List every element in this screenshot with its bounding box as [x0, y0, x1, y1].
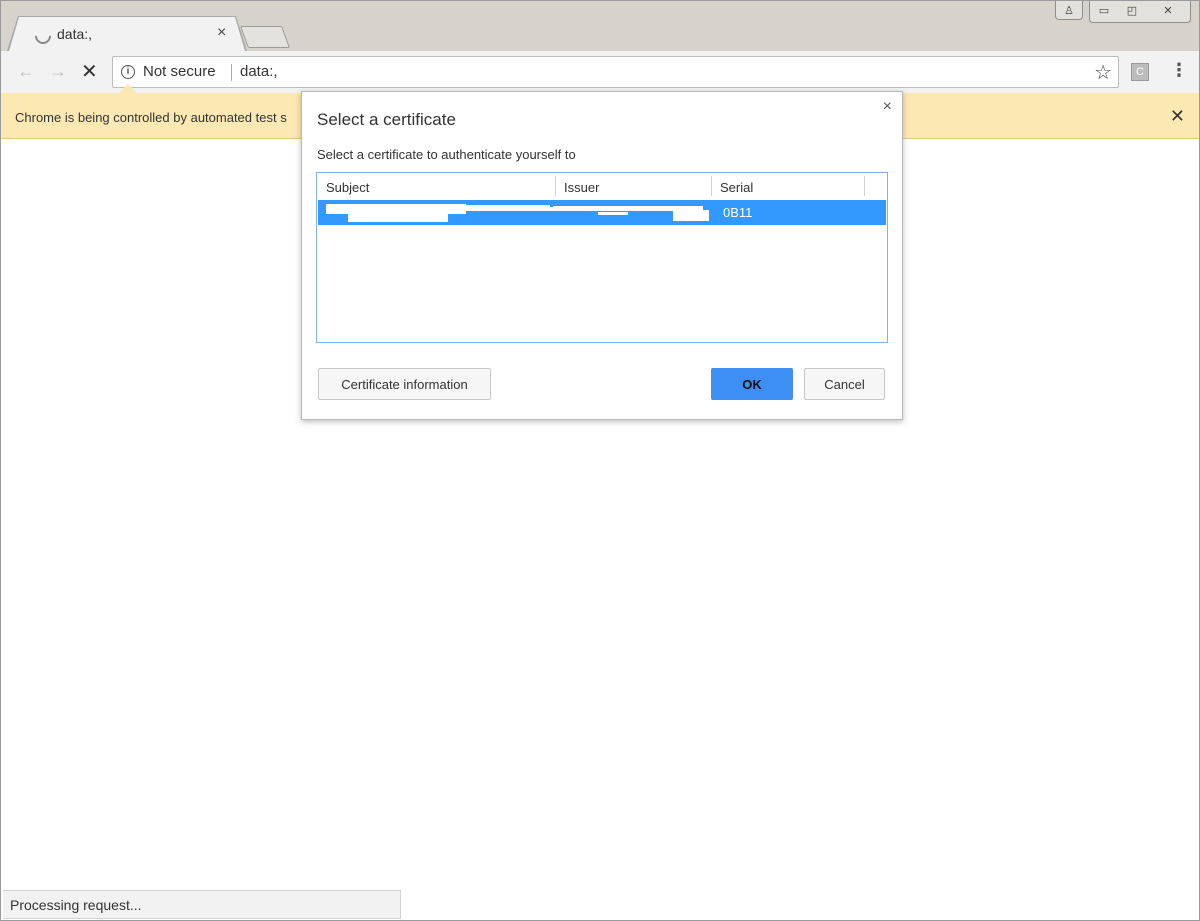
- infobar-close-icon[interactable]: ✕: [1170, 106, 1185, 127]
- dialog-title: Select a certificate: [317, 110, 456, 129]
- cancel-button[interactable]: Cancel: [804, 368, 885, 400]
- certificate-information-button[interactable]: Certificate information: [318, 368, 491, 400]
- table-row[interactable]: 0B11: [318, 200, 886, 225]
- toolbar: ← → ✕ i Not secure data:, ☆ C ⋮: [1, 51, 1199, 94]
- info-icon[interactable]: i: [121, 65, 135, 79]
- address-bar[interactable]: i Not secure data:, ☆: [112, 56, 1119, 88]
- infobar-pointer: [119, 84, 137, 93]
- column-divider[interactable]: [864, 176, 865, 196]
- minimize-button[interactable]: ▭: [1090, 1, 1118, 19]
- serial-cell: 0B11: [723, 205, 753, 220]
- tab-close-icon[interactable]: ×: [217, 24, 226, 42]
- select-certificate-dialog: × Select a certificate Select a certific…: [301, 91, 903, 420]
- profile-icon[interactable]: ♙: [1055, 1, 1083, 20]
- loading-spinner-icon: [31, 24, 55, 48]
- column-header-serial[interactable]: Serial: [720, 180, 753, 195]
- status-text: Processing request...: [10, 897, 142, 913]
- dialog-close-icon[interactable]: ×: [883, 98, 892, 116]
- url-text[interactable]: data:,: [240, 63, 278, 80]
- column-header-issuer[interactable]: Issuer: [564, 180, 599, 195]
- new-tab-button[interactable]: [239, 26, 291, 48]
- security-label[interactable]: Not secure: [143, 63, 216, 80]
- certificate-table[interactable]: Subject Issuer Serial 0B11: [316, 172, 888, 343]
- column-divider[interactable]: [711, 176, 712, 196]
- menu-dots-icon[interactable]: ⋮: [1170, 60, 1188, 81]
- redacted-hostname: [594, 144, 854, 164]
- bookmark-star-icon[interactable]: ☆: [1094, 60, 1112, 85]
- column-divider[interactable]: [555, 176, 556, 196]
- extension-icon[interactable]: C: [1131, 63, 1149, 81]
- tab-title: data:,: [57, 26, 93, 42]
- table-header: Subject Issuer Serial: [317, 173, 887, 199]
- stop-loading-icon[interactable]: ✕: [81, 59, 98, 84]
- browser-window: data:, × ♙ ▭ ◰ ✕ ← → ✕ i Not secure data…: [0, 0, 1200, 921]
- column-header-subject[interactable]: Subject: [326, 180, 369, 195]
- restore-button[interactable]: ◰: [1118, 1, 1146, 19]
- omnibox-divider: [231, 64, 232, 81]
- window-close-button[interactable]: ✕: [1146, 1, 1190, 19]
- status-bubble: Processing request...: [3, 890, 401, 919]
- tab-active[interactable]: data:, ×: [9, 17, 245, 51]
- forward-arrow-icon[interactable]: →: [49, 61, 67, 82]
- back-arrow-icon[interactable]: ←: [17, 61, 35, 82]
- window-controls: ♙ ▭ ◰ ✕: [1055, 1, 1191, 23]
- dialog-description: Select a certificate to authenticate you…: [317, 147, 576, 162]
- ok-button[interactable]: OK: [711, 368, 793, 400]
- infobar-text: Chrome is being controlled by automated …: [15, 110, 287, 125]
- tab-strip: data:, × ♙ ▭ ◰ ✕: [1, 1, 1199, 51]
